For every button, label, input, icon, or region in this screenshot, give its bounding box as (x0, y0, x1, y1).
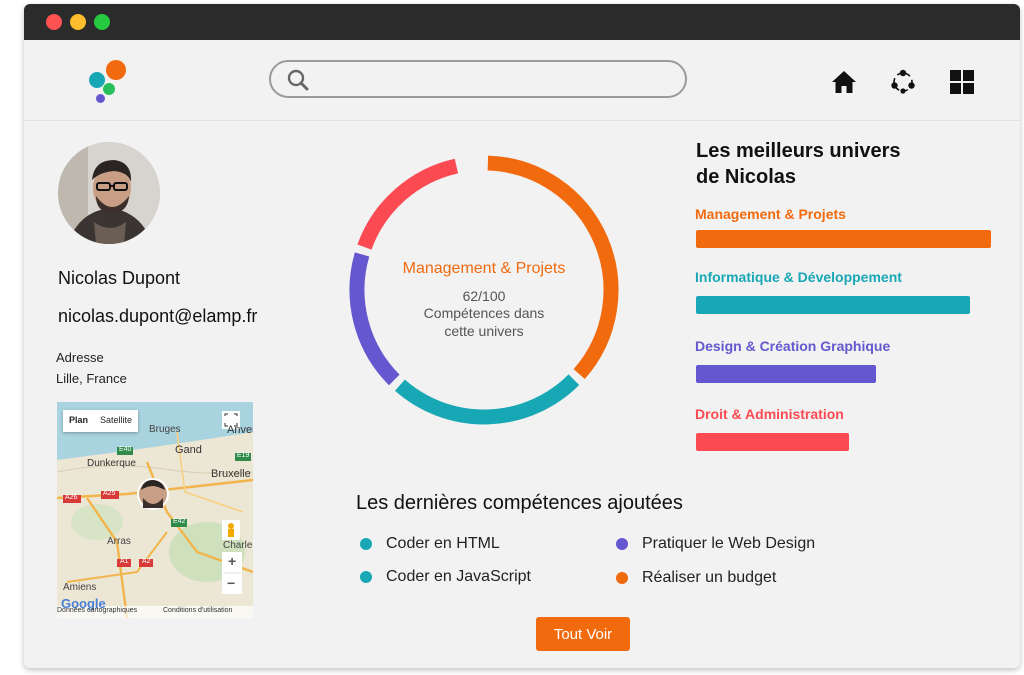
road-label-a2: A2 (142, 558, 151, 565)
best-universes-title-line2: de Nicolas (696, 166, 797, 188)
skill-label: Coder en JavaScript (386, 568, 531, 585)
road-label-a25: A25 (103, 490, 116, 497)
skill-item[interactable]: Coder en HTML (360, 535, 500, 553)
location-map[interactable]: Plan Satellite Bruges Gand Dunkerque Bru… (57, 402, 253, 618)
elamp-logo-icon[interactable] (84, 58, 134, 108)
skill-bullet (616, 572, 628, 584)
close-window-button[interactable] (46, 14, 62, 30)
network-icon[interactable] (889, 68, 917, 96)
donut-subtitle-line1: Compétences dans (423, 305, 545, 321)
universe-bar-management (696, 230, 991, 248)
skill-label: Réaliser un budget (642, 569, 777, 586)
donut-subtitle-line2: cette univers (444, 323, 524, 339)
donut-center-title: Management & Projets (402, 260, 566, 277)
universe-label-droit: Droit & Administration (695, 406, 844, 422)
map-tab-satellite[interactable]: Satellite (94, 410, 138, 432)
map-label-bruges: Bruges (149, 424, 181, 435)
map-label-gand: Gand (175, 444, 202, 456)
map-type-tabs: Plan Satellite (63, 410, 139, 432)
universe-label-design: Design & Création Graphique (695, 338, 891, 354)
road-label-a1: A1 (120, 558, 129, 565)
best-universes-title-line1: Les meilleurs univers (696, 140, 901, 162)
road-label-a26: A26 (65, 494, 78, 501)
search-bar[interactable] (269, 60, 687, 98)
map-zoom-in-button[interactable]: + (228, 553, 236, 569)
map-label-charle: Charle (223, 540, 253, 551)
maximize-window-button[interactable] (94, 14, 110, 30)
recent-skills-title: Les dernières compétences ajoutées (356, 492, 683, 514)
top-header (24, 40, 1020, 121)
best-universes-title: Les meilleurs univers de Nicolas (696, 138, 936, 190)
profile-email: nicolas.dupont@elamp.fr (58, 306, 258, 326)
donut-segment-droit (357, 158, 459, 250)
skill-item[interactable]: Pratiquer le Web Design (616, 535, 816, 553)
app-window: Nicolas Dupont nicolas.dupont@elamp.fr A… (24, 4, 1020, 668)
home-icon[interactable] (830, 68, 858, 96)
map-label-arras: Arras (107, 536, 131, 547)
donut-score: 62/100 (462, 288, 506, 304)
address-label: Adresse (56, 350, 104, 365)
road-label-e19: E19 (237, 452, 250, 459)
road-label-e42: E42 (173, 518, 186, 525)
universe-label-informatique: Informatique & Développement (695, 269, 902, 285)
map-tab-plan[interactable]: Plan (63, 410, 94, 432)
map-label-bruxelle: Bruxelle (211, 468, 251, 480)
skill-item[interactable]: Coder en JavaScript (360, 568, 531, 586)
universe-bar-design (696, 365, 876, 383)
skill-item[interactable]: Réaliser un budget (616, 569, 777, 587)
title-bar (24, 4, 1020, 40)
skill-bullet (616, 538, 628, 550)
profile-name: Nicolas Dupont (58, 268, 181, 288)
see-all-button[interactable]: Tout Voir (536, 617, 630, 651)
address-value: Lille, France (56, 371, 127, 386)
map-label-amiens: Amiens (63, 582, 97, 593)
avatar (58, 142, 160, 244)
grid-icon[interactable] (948, 68, 976, 96)
skill-label: Pratiquer le Web Design (642, 535, 816, 552)
map-terms-link[interactable]: Conditions d'utilisation (163, 607, 232, 614)
donut-center-text: Management & Projets 62/100 Compétences … (384, 260, 584, 340)
skill-bullet (360, 571, 372, 583)
map-label-dunkerque: Dunkerque (87, 458, 136, 469)
map-zoom-out-button[interactable]: − (227, 575, 235, 591)
universe-label-management: Management & Projets (695, 206, 846, 222)
minimize-window-button[interactable] (70, 14, 86, 30)
universe-bar-informatique (696, 296, 970, 314)
road-label-e40: E40 (119, 446, 132, 453)
search-icon (287, 69, 309, 91)
search-input[interactable] (321, 68, 665, 92)
skill-bullet (360, 538, 372, 550)
donut-segment-informatique (394, 374, 580, 425)
skill-label: Coder en HTML (386, 535, 500, 552)
universe-bar-droit (696, 433, 849, 451)
map-data-attribution: Données cartographiques (57, 607, 138, 614)
map-label-anver: Anver (227, 424, 253, 436)
